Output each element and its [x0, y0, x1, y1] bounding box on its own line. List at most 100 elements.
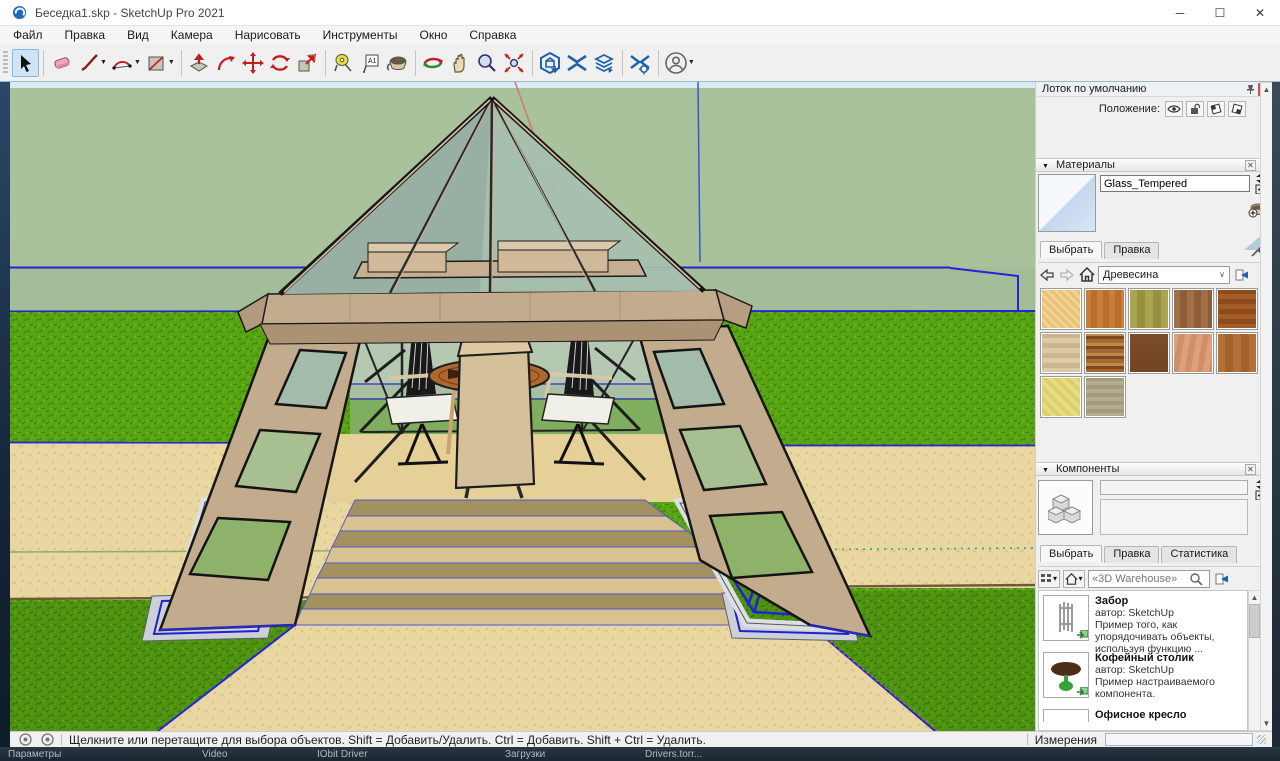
list-item[interactable]: Офисное кресло — [1039, 705, 1247, 722]
components-search-field[interactable] — [1088, 570, 1210, 588]
materials-close-icon[interactable]: ✕ — [1245, 160, 1256, 171]
tray-title[interactable]: Лоток по умолчанию ✕ — [1036, 82, 1273, 97]
materials-tab-edit[interactable]: Правка — [1104, 242, 1159, 259]
scroll-down-icon[interactable]: ▼ — [1261, 717, 1272, 730]
taskbar-item[interactable]: Video — [202, 749, 227, 760]
maximize-button[interactable]: ☐ — [1200, 0, 1240, 26]
menu-camera[interactable]: Камера — [160, 28, 224, 42]
zoom-tool-button[interactable] — [474, 49, 501, 77]
dock-left-icon[interactable] — [1207, 101, 1225, 117]
details-arrow-icon[interactable] — [1233, 266, 1250, 283]
select-tool-button[interactable] — [12, 49, 39, 77]
details-arrow-icon[interactable] — [1213, 570, 1230, 587]
search-icon[interactable] — [1189, 572, 1203, 586]
material-swatch[interactable] — [1040, 376, 1082, 418]
back-arrow-icon[interactable] — [1038, 266, 1055, 283]
material-swatch[interactable] — [1040, 332, 1082, 374]
components-close-icon[interactable]: ✕ — [1245, 464, 1256, 475]
viewport-canvas[interactable] — [10, 82, 1035, 731]
orbit-tool-button[interactable] — [420, 49, 447, 77]
material-category-select[interactable]: Древесина ∨ — [1098, 266, 1230, 284]
move-tool-button[interactable] — [240, 49, 267, 77]
menu-help[interactable]: Справка — [458, 28, 527, 42]
account-caret[interactable]: ▼ — [688, 59, 695, 66]
forward-arrow-icon[interactable] — [1058, 266, 1075, 283]
line-tool-button[interactable] — [75, 49, 102, 77]
share-model-button[interactable] — [564, 49, 591, 77]
3d-warehouse-button[interactable] — [537, 49, 564, 77]
scrollbar-thumb[interactable] — [1249, 604, 1260, 638]
material-swatch[interactable] — [1172, 288, 1214, 330]
arc-tool-button[interactable] — [109, 49, 136, 77]
paint-bucket-tool-button[interactable] — [384, 49, 411, 77]
materials-tab-select[interactable]: Выбрать — [1040, 241, 1102, 258]
visibility-eye-icon[interactable] — [1165, 101, 1183, 117]
share-component-button[interactable] — [591, 49, 618, 77]
scroll-up-icon[interactable]: ▲ — [1261, 83, 1272, 96]
geolocation-icon[interactable] — [19, 733, 32, 746]
pin-icon[interactable] — [1245, 84, 1256, 95]
material-swatch[interactable] — [1216, 288, 1258, 330]
eave-ring[interactable] — [238, 290, 752, 344]
components-section-header[interactable]: ▼ Компоненты ✕ — [1036, 462, 1273, 476]
material-swatch[interactable] — [1172, 332, 1214, 374]
menu-tools[interactable]: Инструменты — [312, 28, 409, 42]
taskbar-item[interactable]: IObit Driver — [317, 749, 368, 760]
list-item[interactable]: Кофейный столик автор: SketchUp Пример н… — [1039, 648, 1247, 705]
components-home-icon[interactable]: ▾ — [1063, 570, 1085, 588]
scroll-up-icon[interactable]: ▲ — [1249, 591, 1260, 604]
rectangle-tool-button[interactable] — [143, 49, 170, 77]
line-tool-caret[interactable]: ▼ — [100, 59, 107, 66]
close-button[interactable]: ✕ — [1240, 0, 1280, 26]
material-name-field[interactable] — [1100, 175, 1250, 192]
materials-section-header[interactable]: ▼ Материалы ✕ — [1036, 158, 1273, 172]
extension-manager-button[interactable] — [627, 49, 654, 77]
scale-tool-button[interactable] — [294, 49, 321, 77]
material-swatch[interactable] — [1128, 288, 1170, 330]
text-tool-button[interactable]: A1 — [357, 49, 384, 77]
components-tab-edit[interactable]: Правка — [1104, 546, 1159, 563]
credits-icon[interactable] — [41, 733, 54, 746]
minimize-button[interactable]: ─ — [1160, 0, 1200, 26]
taskbar-item[interactable]: Загрузки — [505, 749, 545, 760]
taskbar-item[interactable]: Drivers.torr... — [645, 749, 702, 760]
material-swatch[interactable] — [1084, 288, 1126, 330]
component-description-field[interactable] — [1100, 499, 1248, 535]
follow-me-tool-button[interactable] — [213, 49, 240, 77]
windows-taskbar: Параметры Video IObit Driver Загрузки Dr… — [0, 747, 1280, 761]
resize-grip[interactable] — [1257, 735, 1266, 744]
rotate-tool-button[interactable] — [267, 49, 294, 77]
taskbar-item[interactable]: Параметры — [8, 749, 61, 760]
menu-file[interactable]: Файл — [0, 28, 54, 42]
toolbar-grip[interactable] — [3, 51, 8, 75]
home-icon[interactable] — [1078, 266, 1095, 283]
material-swatch[interactable] — [1216, 332, 1258, 374]
menu-window[interactable]: Окно — [408, 28, 458, 42]
unlock-icon[interactable] — [1186, 101, 1204, 117]
menu-view[interactable]: Вид — [116, 28, 160, 42]
view-options-icon[interactable]: ▾ — [1038, 570, 1060, 588]
sand-path[interactable] — [158, 625, 938, 731]
material-swatch[interactable] — [1084, 376, 1126, 418]
rectangle-tool-caret[interactable]: ▼ — [168, 59, 175, 66]
components-tab-select[interactable]: Выбрать — [1040, 545, 1102, 562]
arc-tool-caret[interactable]: ▼ — [134, 59, 141, 66]
material-swatch[interactable] — [1040, 288, 1082, 330]
menu-draw[interactable]: Нарисовать — [224, 28, 312, 42]
search-input[interactable] — [1089, 573, 1189, 585]
list-item[interactable]: Забор автор: SketchUp Пример того, как у… — [1039, 591, 1247, 648]
material-swatch[interactable] — [1084, 332, 1126, 374]
zoom-extents-tool-button[interactable] — [501, 49, 528, 77]
account-button[interactable] — [663, 49, 690, 77]
tape-measure-tool-button[interactable] — [330, 49, 357, 77]
push-pull-tool-button[interactable] — [186, 49, 213, 77]
eraser-tool-button[interactable] — [48, 49, 75, 77]
measurements-input[interactable] — [1105, 733, 1253, 746]
menu-edit[interactable]: Правка — [54, 28, 117, 42]
components-tab-stats[interactable]: Статистика — [1161, 546, 1237, 563]
material-swatch[interactable] — [1128, 332, 1170, 374]
dock-right-icon[interactable] — [1228, 101, 1246, 117]
component-name-field[interactable] — [1100, 480, 1248, 495]
model-viewport[interactable] — [10, 82, 1035, 731]
pan-tool-button[interactable] — [447, 49, 474, 77]
